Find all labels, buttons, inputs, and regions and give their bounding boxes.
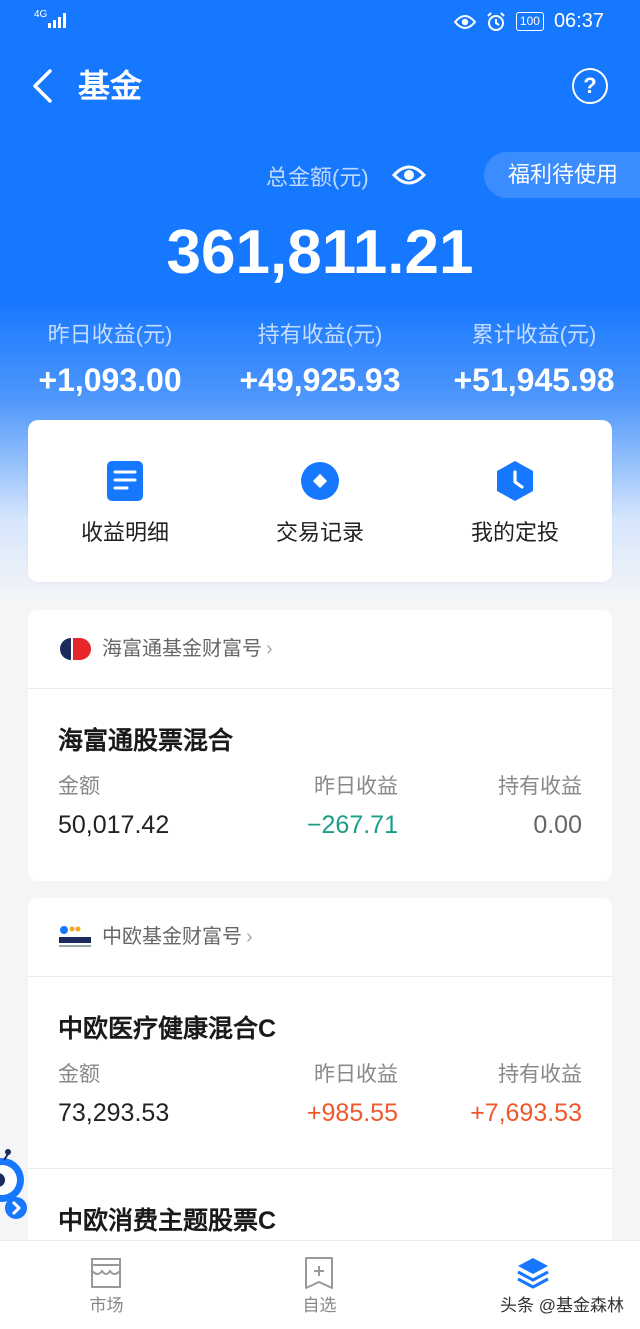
status-bar: 4G 100 06:37 <box>0 0 640 44</box>
fund-holding-earnings: 0.00 <box>533 811 582 839</box>
action-my-plans[interactable]: 我的定投 <box>418 420 612 582</box>
total-row: 总金额(元) 福利待使用 <box>0 150 640 200</box>
company-name: 海富通基金财富号 › <box>102 638 273 660</box>
fund-amount: 50,017.42 <box>58 811 170 839</box>
tab-watchlist[interactable]: 自选 <box>213 1241 426 1329</box>
action-trade-records[interactable]: 交易记录 <box>223 420 417 582</box>
action-label: 交易记录 <box>275 520 364 545</box>
clock-time: 06:37 <box>553 10 604 32</box>
welfare-button[interactable]: 福利待使用 <box>484 152 640 198</box>
eye-status-icon <box>453 14 476 29</box>
signal-icon <box>48 12 66 28</box>
stat-value: +1,093.00 <box>38 362 182 398</box>
nav-bar: 基金 ? <box>0 44 640 128</box>
fund-name[interactable]: 中欧消费主题股票C <box>58 1204 276 1238</box>
chevron-right-icon: › <box>246 926 253 948</box>
fund-values: 金额 73,293.53 昨日收益 +985.55 持有收益 +7,693.53 <box>58 1060 582 1140</box>
clock-icon <box>497 461 533 501</box>
network-type: 4G <box>34 9 48 20</box>
col-label: 金额 <box>58 775 100 798</box>
stat-cumulative: 累计收益(元) +51,945.98 <box>424 318 640 402</box>
fund-name[interactable]: 中欧医疗健康混合C <box>58 1012 276 1046</box>
watchlist-icon <box>305 1257 333 1289</box>
col-yesterday: 昨日收益 −267.71 <box>278 772 398 842</box>
fund-card-zhongou: 中欧基金财富号 › 中欧医疗健康混合C 金额 73,293.53 昨日收益 +98… <box>28 898 612 1278</box>
haifutong-logo <box>60 638 91 660</box>
fund-yesterday-earnings: +985.55 <box>306 1099 398 1127</box>
col-label: 昨日收益 <box>314 775 398 798</box>
col-holding: 持有收益 0.00 <box>442 772 582 842</box>
divider <box>28 1168 612 1169</box>
fund-amount: 73,293.53 <box>58 1099 170 1127</box>
eye-icon[interactable] <box>392 160 426 190</box>
tab-label: 市场 <box>89 1296 124 1315</box>
col-holding: 持有收益 +7,693.53 <box>422 1060 582 1130</box>
stat-yesterday: 昨日收益(元) +1,093.00 <box>0 318 220 402</box>
stat-value: +49,925.93 <box>239 362 401 398</box>
tab-label: 自选 <box>302 1296 337 1315</box>
col-label: 持有收益 <box>498 775 582 798</box>
stat-value: +51,945.98 <box>453 362 615 398</box>
stat-holding: 持有收益(元) +49,925.93 <box>210 318 430 402</box>
stat-label: 昨日收益(元) <box>47 322 173 347</box>
market-icon <box>91 1258 121 1288</box>
tab-market[interactable]: 市场 <box>0 1241 213 1329</box>
chevron-left-icon <box>33 69 52 103</box>
fund-values: 金额 50,017.42 昨日收益 −267.71 持有收益 0.00 <box>58 772 582 852</box>
total-amount: 361,811.21 <box>166 218 474 287</box>
action-label: 收益明细 <box>80 520 169 545</box>
action-earnings-detail[interactable]: 收益明细 <box>28 420 222 582</box>
fund-card-haifutong: 海富通基金财富号 › 海富通股票混合 金额 50,017.42 昨日收益 −267… <box>28 610 612 881</box>
zhongou-logo <box>59 926 91 947</box>
fund-yesterday-earnings: −267.71 <box>306 811 398 839</box>
floating-assistant[interactable] <box>0 1148 30 1226</box>
company-header[interactable]: 中欧基金财富号 › <box>28 898 612 977</box>
watermark: 头条 @基金森林 <box>500 1296 624 1315</box>
fund-name[interactable]: 海富通股票混合 <box>58 724 233 758</box>
col-label: 昨日收益 <box>314 1063 398 1086</box>
col-amount: 金额 73,293.53 <box>58 1060 169 1130</box>
holdings-icon <box>517 1258 549 1289</box>
company-header[interactable]: 海富通基金财富号 › <box>28 610 612 689</box>
alarm-icon <box>487 11 505 31</box>
col-amount: 金额 50,017.42 <box>58 772 169 842</box>
fund-holding-earnings: +7,693.53 <box>470 1099 582 1127</box>
page-title: 基金 <box>78 68 143 104</box>
document-icon <box>107 461 143 501</box>
battery-icon: 100 <box>515 12 544 31</box>
action-label: 我的定投 <box>470 520 559 545</box>
col-label: 金额 <box>58 1063 100 1086</box>
quick-actions-card: 收益明细 交易记录 我的定投 <box>28 420 612 582</box>
stat-label: 持有收益(元) <box>257 322 383 347</box>
chevron-right-icon: › <box>266 638 273 660</box>
back-button[interactable] <box>24 66 60 106</box>
stat-label: 累计收益(元) <box>471 322 597 347</box>
company-name: 中欧基金财富号 › <box>102 926 253 948</box>
record-icon <box>301 462 339 500</box>
col-yesterday: 昨日收益 +985.55 <box>278 1060 398 1130</box>
earnings-stats: 昨日收益(元) +1,093.00 持有收益(元) +49,925.93 累计收… <box>0 318 640 398</box>
col-label: 持有收益 <box>498 1063 582 1086</box>
total-amount-label: 总金额(元) <box>266 165 369 190</box>
robot-icon <box>0 1149 27 1219</box>
help-button[interactable]: ? <box>572 68 608 104</box>
